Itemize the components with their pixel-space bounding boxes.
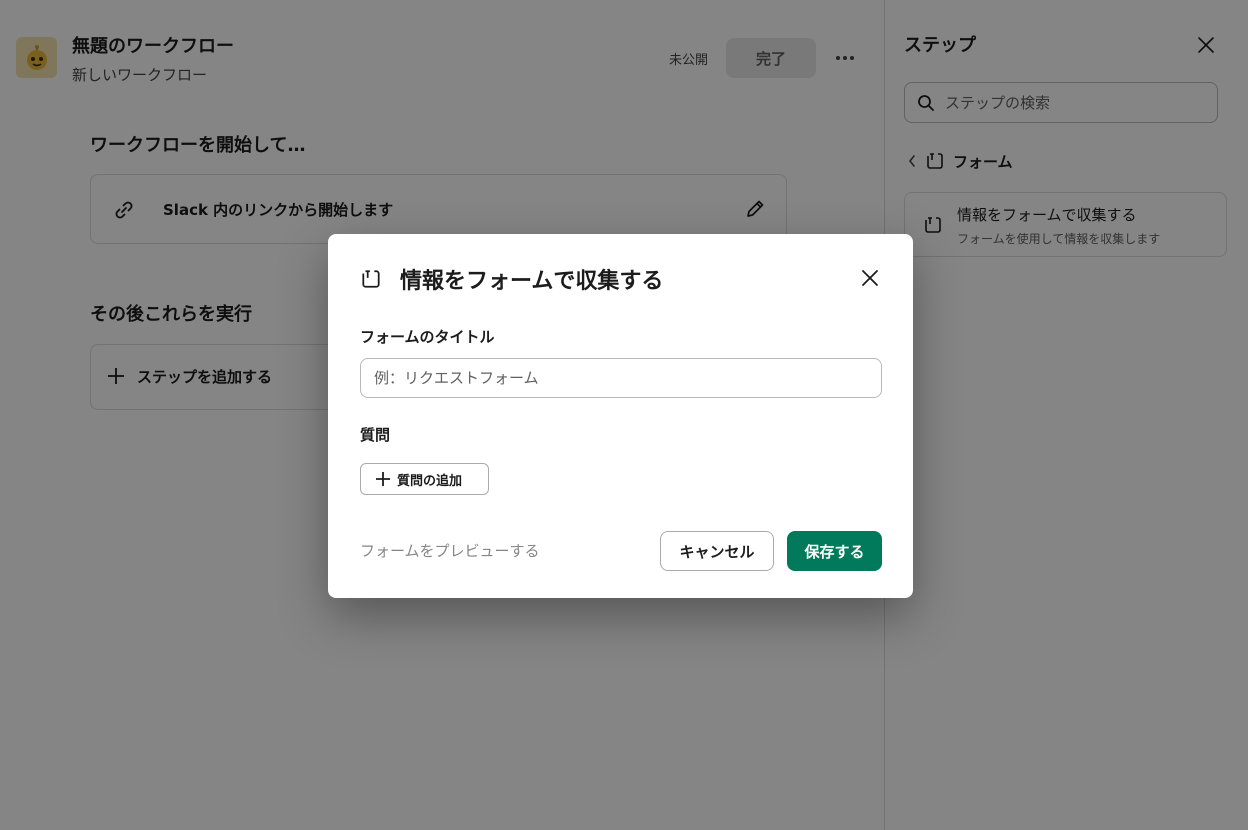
form-title-input[interactable]: [360, 358, 882, 398]
add-question-button[interactable]: 質問の追加: [360, 463, 489, 495]
cancel-button[interactable]: キャンセル: [660, 531, 774, 571]
form-title-label: フォームのタイトル: [360, 328, 495, 346]
dialog-title: 情報をフォームで収集する: [400, 269, 664, 294]
questions-label: 質問: [360, 426, 391, 444]
close-icon: [862, 270, 878, 286]
preview-form-link[interactable]: フォームをプレビューする: [360, 540, 540, 561]
plus-icon: [376, 472, 390, 486]
save-button[interactable]: 保存する: [787, 531, 882, 571]
form-icon: [362, 270, 380, 288]
dialog-close-button[interactable]: [856, 264, 884, 292]
collect-form-dialog: 情報をフォームで収集する フォームのタイトル 質問 質問の追加 フォームをプレビ…: [328, 234, 913, 598]
add-question-label: 質問の追加: [397, 473, 463, 489]
